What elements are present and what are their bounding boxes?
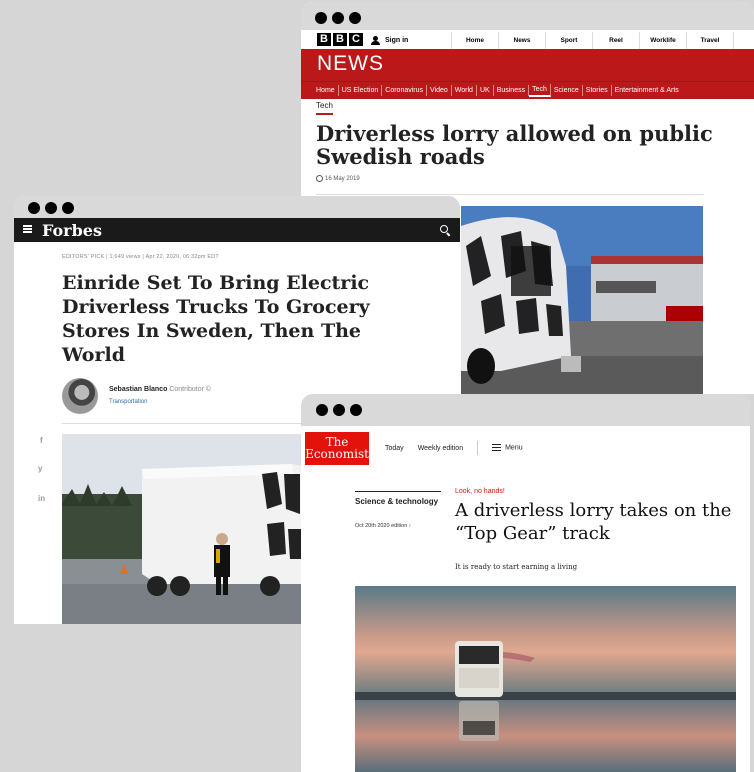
clock-icon xyxy=(316,175,323,182)
window-control-dot[interactable] xyxy=(333,404,345,416)
window-title-bar[interactable] xyxy=(14,196,460,218)
article-headline: A driverless lorry takes on the “Top Gea… xyxy=(455,500,732,544)
article-headline: Driverless lorry allowed on public Swedi… xyxy=(316,121,713,169)
window-title-bar[interactable] xyxy=(301,394,750,426)
section-us-election[interactable]: US Election xyxy=(339,85,383,96)
section-nav: Home US Election Coronavirus Video World… xyxy=(301,81,754,99)
sign-in-button[interactable]: Sign in xyxy=(371,32,418,48)
top-nav-reel[interactable]: Reel xyxy=(592,32,639,49)
twitter-icon[interactable]: y xyxy=(38,464,42,473)
sign-in-label: Sign in xyxy=(385,36,409,44)
author-category[interactable]: Transportation xyxy=(109,399,147,405)
author-avatar[interactable] xyxy=(62,378,98,414)
section-video[interactable]: Video xyxy=(427,85,452,96)
edition-link[interactable]: Oct 20th 2020 edition › xyxy=(355,523,411,529)
window-control-dot[interactable] xyxy=(45,202,57,214)
window-control-dot[interactable] xyxy=(315,12,327,24)
top-nav-travel[interactable]: Travel xyxy=(686,32,733,49)
section-rule xyxy=(355,491,441,492)
section-world[interactable]: World xyxy=(452,85,477,96)
top-nav-worklife[interactable]: Worklife xyxy=(639,32,686,49)
search-icon[interactable] xyxy=(440,225,448,233)
window-control-dot[interactable] xyxy=(349,12,361,24)
article-meta: EDITORS' PICK | 1,649 views | Apr 22, 20… xyxy=(62,254,219,260)
section-home[interactable]: Home xyxy=(301,85,339,96)
section-coronavirus[interactable]: Coronavirus xyxy=(382,85,428,96)
window-control-dot[interactable] xyxy=(350,404,362,416)
linkedin-icon[interactable]: in xyxy=(38,494,45,503)
section-tech[interactable]: Tech xyxy=(529,84,551,97)
section-stories[interactable]: Stories xyxy=(583,85,612,96)
section-entertainment-arts[interactable]: Entertainment & Arts xyxy=(612,85,682,96)
economist-logo-line: Economist xyxy=(305,447,369,461)
forbes-logo[interactable]: Forbes xyxy=(42,221,102,240)
author-name[interactable]: Sebastian Blanco xyxy=(109,386,167,393)
facebook-icon[interactable]: f xyxy=(40,436,43,445)
section-uk[interactable]: UK xyxy=(477,85,494,96)
divider xyxy=(316,194,704,195)
news-title[interactable]: NEWS xyxy=(317,52,384,76)
article-headline: Einride Set To Bring Electric Driverless… xyxy=(62,272,370,366)
window-control-dot[interactable] xyxy=(62,202,74,214)
bbc-top-nav: Home News Sport Reel Worklife Travel F xyxy=(451,32,754,49)
window-control-dot[interactable] xyxy=(316,404,328,416)
top-nav-home[interactable]: Home xyxy=(451,32,498,49)
truck-photo xyxy=(355,586,736,772)
forbes-nav-bar: Forbes xyxy=(14,218,460,242)
author-role: Contributor © xyxy=(169,386,212,393)
menu-icon[interactable] xyxy=(23,225,32,233)
section-science[interactable]: Science xyxy=(551,85,583,96)
nav-divider xyxy=(477,441,479,455)
person-icon xyxy=(371,35,380,45)
nav-weekly-edition[interactable]: Weekly edition xyxy=(418,445,463,452)
top-nav-news[interactable]: News xyxy=(498,32,545,49)
window-control-dot[interactable] xyxy=(28,202,40,214)
section-business[interactable]: Business xyxy=(494,85,530,96)
flytitle: Look, no hands! xyxy=(455,488,505,495)
truck-photo xyxy=(62,434,302,624)
nav-menu[interactable]: Menu xyxy=(492,444,523,452)
window-controls xyxy=(316,404,362,416)
date-text: 16 May 2019 xyxy=(325,175,360,182)
economist-window: The Economist Today Weekly edition Menu … xyxy=(301,394,750,772)
article-rubric: It is ready to start earning a living xyxy=(455,563,578,571)
nav-today[interactable]: Today xyxy=(385,445,404,452)
section-label[interactable]: Tech xyxy=(316,101,333,115)
bbc-logo[interactable]: B B C xyxy=(317,33,363,46)
nav-menu-label: Menu xyxy=(505,444,523,452)
window-controls xyxy=(315,12,361,24)
bbc-logo-letter: C xyxy=(349,33,363,46)
economist-nav: Today Weekly edition Menu xyxy=(385,441,523,455)
window-title-bar[interactable] xyxy=(301,2,754,30)
hamburger-icon xyxy=(492,444,502,452)
top-nav-future[interactable]: F xyxy=(733,32,754,49)
window-controls xyxy=(28,202,74,214)
top-nav-sport[interactable]: Sport xyxy=(545,32,592,49)
economist-logo[interactable]: The Economist xyxy=(305,432,369,465)
article-date: 16 May 2019 xyxy=(316,175,360,182)
bbc-logo-letter: B xyxy=(317,33,331,46)
section-name[interactable]: Science & technology xyxy=(355,497,445,507)
bbc-logo-letter: B xyxy=(333,33,347,46)
window-control-dot[interactable] xyxy=(332,12,344,24)
truck-photo xyxy=(461,206,703,394)
author-line: Sebastian Blanco Contributor © xyxy=(109,386,211,393)
